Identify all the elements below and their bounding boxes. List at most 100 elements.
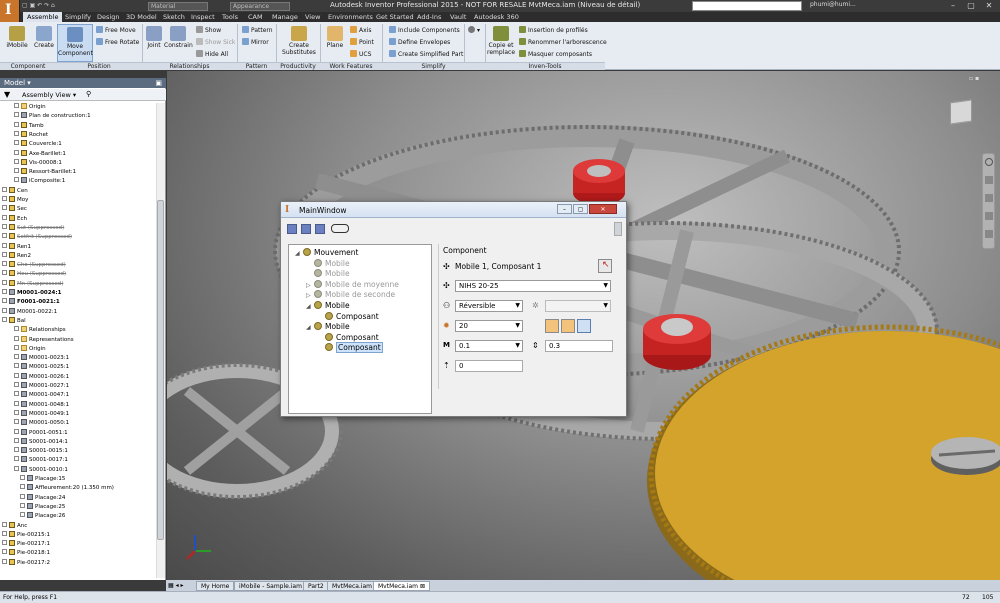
expand-icon[interactable] [14, 465, 19, 471]
tree-item[interactable]: M0001-0026:1 [14, 372, 69, 382]
tree-item[interactable]: Moy [2, 196, 28, 205]
group-label-work-features[interactable]: Work Features [320, 62, 382, 70]
tree-item[interactable]: Origin [14, 344, 46, 354]
tab-navigation-icons[interactable]: ▦ ◂ ▸ [168, 582, 184, 589]
secondary-select[interactable]: ▼ [545, 300, 611, 312]
plane-button[interactable]: Plane [324, 26, 346, 49]
tree-item[interactable]: Pie-00217:1 [2, 540, 50, 549]
tree-item[interactable]: Sut (Suppressed) [2, 223, 64, 233]
expand-icon[interactable] [14, 140, 19, 146]
tab-3d-model[interactable]: 3D Model [126, 12, 157, 22]
axis-button[interactable]: Axis [350, 26, 371, 34]
tree-item[interactable]: M0001-0027:1 [14, 382, 69, 391]
material-select[interactable]: Material [148, 2, 208, 11]
tree-item[interactable]: M0001-0022:1 [2, 307, 57, 317]
tree-item[interactable]: Cho (Suppressed) [2, 261, 66, 270]
tab-tools[interactable]: Tools [222, 12, 238, 22]
expand-icon[interactable] [14, 112, 19, 118]
zoom-icon[interactable] [985, 194, 993, 202]
expand-icon[interactable] [20, 502, 25, 508]
expand-icon[interactable] [2, 214, 7, 220]
teeth-select[interactable]: 20 ▼ [455, 320, 523, 332]
mirror-button[interactable]: Mirror [242, 38, 269, 46]
masquer-button[interactable]: Masquer composants [519, 50, 592, 58]
expand-icon[interactable] [14, 409, 19, 415]
expand-icon[interactable] [2, 223, 7, 229]
tree-item[interactable]: Pie-00217:2 [2, 558, 50, 568]
expand-icon[interactable] [2, 196, 7, 201]
expand-icon[interactable] [20, 484, 25, 490]
select-component-button[interactable]: ↖ [598, 259, 612, 273]
tree-item[interactable]: Axe-Barillet:1 [14, 149, 66, 159]
expand-icon[interactable] [14, 130, 19, 136]
tree-item[interactable]: S0001-0014:1 [14, 437, 68, 447]
simplify-dropdown[interactable]: ▾ [468, 26, 480, 34]
tree-item[interactable]: S0001-0010:1 [14, 465, 68, 475]
expand-icon[interactable] [2, 540, 7, 546]
expand-icon[interactable] [14, 372, 19, 378]
tree-item[interactable]: M0001-0048:1 [14, 400, 69, 410]
tab-sketch[interactable]: Sketch [163, 12, 185, 22]
expand-icon[interactable] [20, 512, 25, 518]
tree-item[interactable]: M0001-0049:1 [14, 409, 69, 419]
tree-item[interactable]: Pie-00218:1 [2, 549, 50, 558]
movement-tree-item[interactable]: Composant [317, 332, 379, 343]
tree-item[interactable]: Placage:15 [20, 475, 65, 484]
movement-tree-item[interactable]: Composant [317, 311, 379, 322]
expand-icon[interactable] [2, 270, 7, 276]
pan-icon[interactable] [985, 176, 993, 184]
appearance-select[interactable]: Appearance [230, 2, 290, 11]
minimize-button[interactable]: – [944, 0, 962, 11]
glasses-icon[interactable] [331, 224, 349, 233]
expand-icon[interactable] [20, 475, 25, 480]
toolbar-scroll[interactable] [614, 222, 622, 236]
orbit-icon[interactable] [985, 212, 993, 220]
quick-access-icons[interactable]: ▢ ▣ ↶ ↷ ⌂ [22, 2, 55, 9]
expand-icon[interactable] [2, 558, 7, 564]
browser-close-icon[interactable]: ▣ [155, 78, 162, 88]
joint-button[interactable]: Joint [144, 26, 164, 49]
tree-item[interactable]: Ech [2, 214, 27, 224]
tab-environments[interactable]: Environments [328, 12, 373, 22]
expand-icon[interactable] [14, 428, 19, 434]
group-label-component[interactable]: Component [0, 62, 56, 70]
expand-arrow-icon[interactable]: ◢ [306, 323, 314, 333]
free-rotate-button[interactable]: Free Rotate [96, 38, 139, 46]
group-label-pattern[interactable]: Pattern [237, 62, 276, 70]
expand-icon[interactable] [2, 251, 7, 257]
expand-icon[interactable] [2, 298, 7, 304]
expand-icon[interactable] [14, 168, 19, 174]
insertion-profiles-button[interactable]: Insertion de profilés [519, 26, 588, 34]
doctab-mvtmeca-1[interactable]: MvtMeca.iam [327, 581, 378, 591]
gear-type-button-2[interactable] [561, 319, 575, 333]
tab-cam[interactable]: CAM [248, 12, 263, 22]
tree-item[interactable]: Mn (Suppressed) [2, 279, 63, 289]
filter-icon[interactable]: ▼ [4, 90, 10, 99]
doctab-part2[interactable]: Part2 [303, 581, 329, 591]
mode-select[interactable]: Réversible ▼ [455, 300, 523, 312]
diameter-input[interactable]: 0.3 [545, 340, 613, 352]
tree-item[interactable]: Rochet [14, 130, 48, 140]
expand-icon[interactable] [2, 242, 7, 248]
tree-item[interactable]: P0001-0051:1 [14, 428, 68, 438]
tab-vault[interactable]: Vault [450, 12, 466, 22]
offset-input[interactable]: 0 [455, 360, 523, 372]
expand-icon[interactable] [2, 289, 7, 294]
search-input[interactable] [692, 1, 802, 11]
tree-item[interactable]: Anc [2, 521, 27, 531]
free-move-button[interactable]: Free Move [96, 26, 136, 34]
expand-icon[interactable] [2, 530, 7, 536]
imobile-button[interactable]: iMobile [4, 26, 30, 49]
tree-item[interactable]: M0001-0024:1 [2, 289, 61, 298]
tab-assemble[interactable]: Assemble [23, 12, 63, 22]
tree-item[interactable]: F0001-0021:1 [2, 298, 60, 307]
expand-icon[interactable] [14, 354, 19, 360]
close-tab-icon[interactable]: ⊠ [420, 583, 425, 590]
expand-icon[interactable] [2, 316, 7, 322]
tree-item[interactable]: S0001-0017:1 [14, 456, 68, 465]
movement-tree-item[interactable]: ▷ Mobile de moyenne [306, 279, 399, 290]
movement-tree-item[interactable]: ◢ Mouvement [295, 248, 358, 258]
tree-item[interactable]: Representations [14, 335, 74, 345]
show-button[interactable]: Show [196, 26, 221, 34]
tree-item[interactable]: Tamb [14, 121, 44, 131]
